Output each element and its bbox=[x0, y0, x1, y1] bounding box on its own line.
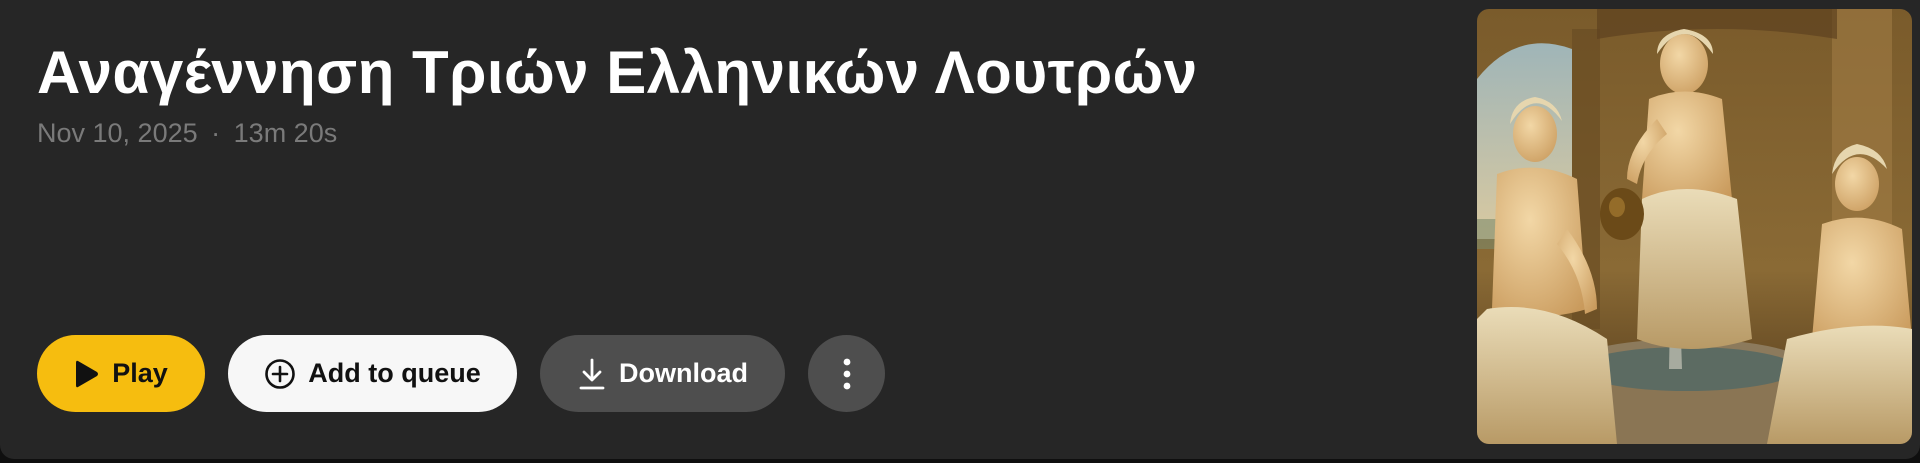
episode-header-card: Αναγέννηση Τριών Ελληνικών Λουτρών Nov 1… bbox=[0, 0, 1920, 459]
add-to-queue-button[interactable]: Add to queue bbox=[228, 335, 517, 412]
more-vertical-icon bbox=[843, 358, 851, 390]
download-button-label: Download bbox=[619, 358, 748, 388]
episode-duration: 13m 20s bbox=[233, 118, 338, 148]
add-to-queue-label: Add to queue bbox=[308, 358, 481, 388]
episode-date: Nov 10, 2025 bbox=[37, 118, 198, 148]
play-icon bbox=[74, 359, 100, 389]
plus-circle-icon bbox=[264, 358, 296, 390]
meta-separator: · bbox=[211, 118, 221, 148]
action-bar: Play Add to queue Download bbox=[37, 335, 885, 412]
download-icon bbox=[577, 357, 607, 391]
download-button[interactable]: Download bbox=[540, 335, 785, 412]
play-button[interactable]: Play bbox=[37, 335, 205, 412]
episode-artwork bbox=[1477, 9, 1912, 444]
play-button-label: Play bbox=[112, 358, 168, 388]
more-options-button[interactable] bbox=[808, 335, 885, 412]
episode-meta: Nov 10, 2025 · 13m 20s bbox=[37, 118, 337, 149]
episode-title: Αναγέννηση Τριών Ελληνικών Λουτρών bbox=[37, 39, 1198, 106]
